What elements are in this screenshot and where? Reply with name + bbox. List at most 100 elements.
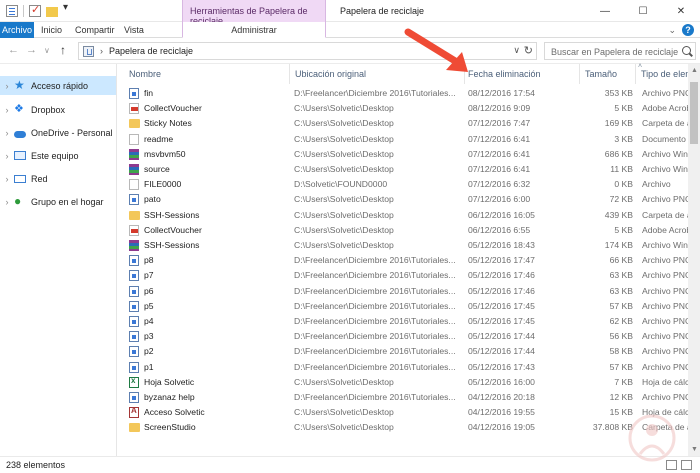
file-name[interactable]: byzanaz help	[144, 392, 289, 402]
file-name[interactable]: SSH-Sessions	[144, 240, 289, 250]
file-name[interactable]: p7	[144, 270, 289, 280]
sidebar-item-dropbox[interactable]: › ❖ Dropbox	[0, 100, 116, 119]
column-header-fecha[interactable]: Fecha eliminación	[465, 64, 580, 84]
file-type: Archivo PNG	[642, 361, 688, 372]
file-location: D:\Freelancer\Diciembre 2016\Tutoriales.…	[294, 255, 456, 266]
vertical-scrollbar[interactable]: ▲ ▼	[688, 64, 700, 456]
file-name[interactable]: CollectVoucher	[144, 103, 289, 113]
file-name[interactable]: p2	[144, 346, 289, 356]
file-type: Adobe Acrobat	[642, 103, 688, 114]
chevron-right-icon[interactable]: ›	[0, 105, 14, 115]
table-row[interactable]: FILE0000 D:\Solvetic\FOUND0000 07/12/2016 …	[118, 177, 688, 192]
search-input[interactable]: Buscar en Papelera de reciclaje	[544, 42, 696, 60]
scrollbar-thumb[interactable]	[690, 82, 698, 144]
file-size: 56 KB	[609, 331, 633, 342]
file-type: Archivo PNG	[642, 88, 688, 98]
customize-toolbar-icon[interactable]	[63, 2, 71, 17]
tab-administrar[interactable]: Administrar	[182, 22, 326, 38]
sidebar-item-acceso-rapido[interactable]: › ★ Acceso rápido	[0, 76, 116, 95]
table-row[interactable]: readme C:\Users\Solvetic\Desktop 07/12/201…	[118, 132, 688, 147]
properties-icon[interactable]	[6, 5, 18, 17]
scroll-down-icon[interactable]: ▼	[691, 446, 698, 453]
file-name[interactable]: Sticky Notes	[144, 118, 289, 128]
table-row[interactable]: byzanaz help D:\Freelancer\Diciembre 2016…	[118, 390, 688, 405]
file-name[interactable]: SSH-Sessions	[144, 210, 289, 220]
file-name[interactable]: CollectVoucher	[144, 225, 289, 235]
file-name[interactable]: pato	[144, 194, 289, 204]
file-name[interactable]: source	[144, 164, 289, 174]
file-name[interactable]: ScreenStudio	[144, 422, 289, 432]
table-row[interactable]: p6 D:\Freelancer\Diciembre 2016\Tutoriale…	[118, 284, 688, 299]
table-row[interactable]: msvbvm50 C:\Users\Solvetic\Desktop 07/12/2…	[118, 147, 688, 162]
expand-ribbon-icon[interactable]: ⌄	[668, 25, 676, 36]
table-row[interactable]: fin D:\Freelancer\Diciembre 2016\Tutorial…	[118, 86, 688, 101]
maximize-button[interactable]: ☐	[624, 0, 662, 22]
image-file-icon	[129, 361, 139, 373]
table-row[interactable]: p4 D:\Freelancer\Diciembre 2016\Tutoriale…	[118, 314, 688, 329]
tab-compartir[interactable]: Compartir	[75, 22, 115, 38]
help-icon[interactable]: ?	[682, 24, 694, 36]
table-row[interactable]: SSH-Sessions C:\Users\Solvetic\Desktop 06/…	[118, 208, 688, 223]
chevron-right-icon[interactable]: ›	[0, 151, 14, 161]
table-row[interactable]: source C:\Users\Solvetic\Desktop 07/12/201…	[118, 162, 688, 177]
new-folder-icon[interactable]	[46, 7, 58, 17]
file-name[interactable]: p6	[144, 286, 289, 296]
table-row[interactable]: p1 D:\Freelancer\Diciembre 2016\Tutoriale…	[118, 360, 688, 375]
column-header-tipo[interactable]: Tipo de elem	[636, 64, 688, 84]
file-name[interactable]: p5	[144, 301, 289, 311]
chevron-right-icon[interactable]: ›	[0, 197, 14, 207]
table-row[interactable]: CollectVoucher C:\Users\Solvetic\Desktop 0…	[118, 101, 688, 116]
table-row[interactable]: Acceso Solvetic C:\Users\Solvetic\Desktop…	[118, 405, 688, 420]
up-arrow-icon[interactable]: ↑	[60, 43, 66, 57]
scroll-up-icon[interactable]: ▲	[691, 67, 698, 74]
chevron-right-icon[interactable]: ›	[0, 174, 14, 184]
table-row[interactable]: SSH-Sessions C:\Users\Solvetic\Desktop 05/…	[118, 238, 688, 253]
table-row[interactable]: ScreenStudio C:\Users\Solvetic\Desktop 04/…	[118, 420, 688, 435]
file-name[interactable]: readme	[144, 134, 289, 144]
sidebar-item-este-equipo[interactable]: › Este equipo	[0, 146, 116, 165]
close-button[interactable]: ✕	[662, 0, 700, 22]
forward-arrow-icon[interactable]: →	[26, 44, 37, 56]
file-name[interactable]: FILE0000	[144, 179, 289, 189]
column-header-nombre[interactable]: Nombre	[118, 64, 290, 84]
sidebar-item-label: Grupo en el hogar	[31, 196, 104, 207]
table-row[interactable]: p7 D:\Freelancer\Diciembre 2016\Tutoriale…	[118, 268, 688, 283]
table-row[interactable]: p2 D:\Freelancer\Diciembre 2016\Tutoriale…	[118, 344, 688, 359]
dropbox-icon: ❖	[14, 103, 24, 115]
sidebar-item-onedrive[interactable]: › OneDrive - Personal	[0, 123, 116, 142]
back-arrow-icon[interactable]: ←	[8, 44, 19, 56]
file-name[interactable]: fin	[144, 88, 289, 98]
file-name[interactable]: p1	[144, 362, 289, 372]
file-name[interactable]: msvbvm50	[144, 149, 289, 159]
tab-inicio[interactable]: Inicio	[41, 22, 62, 38]
breadcrumb-chevron-icon[interactable]: ›	[100, 46, 103, 56]
table-row[interactable]: p5 D:\Freelancer\Diciembre 2016\Tutoriale…	[118, 299, 688, 314]
table-row[interactable]: pato C:\Users\Solvetic\Desktop 07/12/2016 …	[118, 192, 688, 207]
chevron-right-icon[interactable]: ›	[0, 81, 14, 91]
sidebar-item-red[interactable]: › Red	[0, 169, 116, 188]
file-size: 58 KB	[609, 346, 633, 357]
tab-vista[interactable]: Vista	[124, 22, 144, 38]
table-row[interactable]: lume...12D:\Freelancer\Diciembre 2016\Tu…	[118, 436, 688, 438]
column-header-tamano[interactable]: Tamaño	[580, 64, 636, 84]
recent-locations-icon[interactable]: ∨	[44, 46, 50, 55]
refresh-icon[interactable]: ↻	[524, 44, 533, 57]
sidebar-item-grupo-hogar[interactable]: › ● Grupo en el hogar	[0, 192, 116, 211]
table-row[interactable]: Sticky Notes C:\Users\Solvetic\Desktop 07/…	[118, 116, 688, 131]
table-row[interactable]: Hoja Solvetic C:\Users\Solvetic\Desktop 05…	[118, 375, 688, 390]
tab-archivo[interactable]: Archivo	[0, 22, 34, 38]
file-name[interactable]: p4	[144, 316, 289, 326]
file-name[interactable]: p8	[144, 255, 289, 265]
chevron-down-icon[interactable]: ∨	[513, 45, 520, 56]
table-row[interactable]: p3 D:\Freelancer\Diciembre 2016\Tutoriale…	[118, 329, 688, 344]
file-name[interactable]: Acceso Solvetic	[144, 407, 289, 417]
file-name[interactable]: Hoja Solvetic	[144, 377, 289, 387]
minimize-button[interactable]: —	[586, 0, 624, 22]
breadcrumb[interactable]: Papelera de reciclaje	[109, 46, 193, 56]
table-row[interactable]: p8 D:\Freelancer\Diciembre 2016\Tutoriale…	[118, 253, 688, 268]
chevron-right-icon[interactable]: ›	[0, 128, 14, 138]
checkmark-icon[interactable]	[29, 3, 41, 17]
table-row[interactable]: CollectVoucher C:\Users\Solvetic\Desktop 0…	[118, 223, 688, 238]
search-icon[interactable]	[682, 46, 691, 55]
file-name[interactable]: p3	[144, 331, 289, 341]
